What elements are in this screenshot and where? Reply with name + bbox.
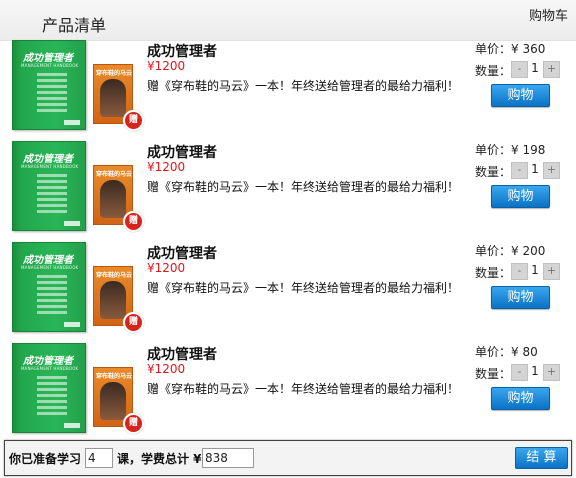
quantity-value[interactable]: 1 [529, 364, 541, 378]
quantity-increase-button[interactable]: + [543, 162, 560, 179]
checkout-button[interactable]: 结 算 [515, 447, 568, 469]
unit-price-value: ¥ 80 [511, 345, 538, 359]
buy-button[interactable]: 购物 [491, 84, 550, 107]
cover-title: 成功管理者 [23, 154, 73, 165]
quantity-label: 数量： [475, 64, 512, 78]
unit-price: 单价：¥ 360 [475, 40, 545, 57]
gift-badge-icon: 赠 [123, 413, 144, 434]
product-row: 成功管理者 MANAGEMENT HANDBOOK 穿布鞋的马云 赠 成功管理者… [0, 340, 576, 441]
product-price: ¥1200 [147, 362, 186, 376]
unit-price: 单价：¥ 198 [475, 141, 545, 158]
gift-badge-icon: 赠 [123, 211, 144, 232]
unit-price-label: 单价： [475, 244, 512, 258]
gift-badge-icon: 赠 [123, 110, 144, 131]
publisher-logo [64, 322, 80, 327]
buy-button[interactable]: 购物 [491, 387, 550, 410]
cover-title: 成功管理者 [23, 356, 73, 367]
top-bar: 产品清单 购物车 [0, 0, 576, 41]
gift-book-portrait [100, 79, 126, 117]
product-name[interactable]: 成功管理者 [147, 344, 217, 364]
quantity-increase-button[interactable]: + [543, 364, 560, 381]
product-row: 成功管理者 MANAGEMENT HANDBOOK 穿布鞋的马云 赠 成功管理者… [0, 138, 576, 239]
unit-price: 单价：¥ 200 [475, 242, 545, 259]
quantity-label: 数量： [475, 266, 512, 280]
product-name[interactable]: 成功管理者 [147, 41, 217, 61]
cover-title: 成功管理者 [23, 53, 73, 64]
quantity-value[interactable]: 1 [529, 263, 541, 277]
publisher-logo [64, 221, 80, 226]
unit-price-value: ¥ 200 [511, 244, 546, 258]
cover-subtitle: MANAGEMENT HANDBOOK [21, 164, 79, 169]
book-cover-image: 成功管理者 MANAGEMENT HANDBOOK [12, 40, 86, 130]
unit-price-label: 单价： [475, 42, 512, 56]
quantity-decrease-button[interactable]: - [511, 61, 528, 78]
quantity-decrease-button[interactable]: - [511, 162, 528, 179]
gift-book-portrait [100, 281, 126, 319]
gift-book-portrait [100, 180, 126, 218]
unit-price-value: ¥ 360 [511, 42, 546, 56]
cover-subtitle: MANAGEMENT HANDBOOK [21, 63, 79, 68]
unit-price-label: 单价： [475, 345, 512, 359]
cover-pattern [37, 275, 67, 315]
product-price: ¥1200 [147, 160, 186, 174]
quantity-value[interactable]: 1 [529, 162, 541, 176]
cover-title: 成功管理者 [23, 255, 73, 266]
total-fee-label: 课，学费总计 ¥ [117, 452, 202, 466]
shopping-cart-link[interactable]: 购物车 [529, 5, 568, 24]
product-row: 成功管理者 MANAGEMENT HANDBOOK 穿布鞋的马云 赠 成功管理者… [0, 239, 576, 340]
unit-price-value: ¥ 198 [511, 143, 546, 157]
gift-book-title: 穿布鞋的马云 [96, 171, 133, 178]
gift-book-title: 穿布鞋的马云 [96, 272, 133, 279]
gift-book-title: 穿布鞋的马云 [96, 70, 133, 77]
cover-subtitle: MANAGEMENT HANDBOOK [21, 265, 79, 270]
publisher-logo [64, 423, 80, 428]
product-name[interactable]: 成功管理者 [147, 142, 217, 162]
quantity-increase-button[interactable]: + [543, 61, 560, 78]
cover-subtitle: MANAGEMENT HANDBOOK [21, 366, 79, 371]
product-name[interactable]: 成功管理者 [147, 243, 217, 263]
gift-book-title: 穿布鞋的马云 [96, 373, 133, 380]
quantity-label: 数量： [475, 165, 512, 179]
cover-pattern [37, 174, 67, 214]
product-price: ¥1200 [147, 59, 186, 73]
book-cover-image: 成功管理者 MANAGEMENT HANDBOOK [12, 242, 86, 332]
unit-price: 单价：¥ 80 [475, 343, 538, 360]
quantity-decrease-button[interactable]: - [511, 263, 528, 280]
gift-book-portrait [100, 382, 126, 420]
product-row: 成功管理者 MANAGEMENT HANDBOOK 穿布鞋的马云 赠 成功管理者… [0, 37, 576, 138]
checkout-bar: 你已准备学习 4 课，学费总计 ¥ 838 结 算 [4, 440, 572, 476]
quantity-decrease-button[interactable]: - [511, 364, 528, 381]
product-price: ¥1200 [147, 261, 186, 275]
product-description: 赠《穿布鞋的马云》一本！年终送给管理者的最给力福利！ [147, 180, 460, 194]
course-count-field[interactable]: 4 [85, 448, 113, 468]
product-description: 赠《穿布鞋的马云》一本！年终送给管理者的最给力福利！ [147, 79, 460, 93]
cover-pattern [37, 376, 67, 416]
course-count-label: 你已准备学习 [9, 452, 82, 466]
gift-badge-icon: 赠 [123, 312, 144, 333]
quantity-increase-button[interactable]: + [543, 263, 560, 280]
product-description: 赠《穿布鞋的马云》一本！年终送给管理者的最给力福利！ [147, 281, 460, 295]
cover-pattern [37, 73, 67, 113]
buy-button[interactable]: 购物 [491, 185, 550, 208]
unit-price-label: 单价： [475, 143, 512, 157]
buy-button[interactable]: 购物 [491, 286, 550, 309]
quantity-value[interactable]: 1 [529, 61, 541, 75]
book-cover-image: 成功管理者 MANAGEMENT HANDBOOK [12, 141, 86, 231]
quantity-label: 数量： [475, 367, 512, 381]
total-fee-field[interactable]: 838 [202, 448, 254, 468]
product-description: 赠《穿布鞋的马云》一本！年终送给管理者的最给力福利！ [147, 382, 460, 396]
page-title: 产品清单 [42, 16, 107, 35]
publisher-logo [64, 120, 80, 125]
book-cover-image: 成功管理者 MANAGEMENT HANDBOOK [12, 343, 86, 433]
